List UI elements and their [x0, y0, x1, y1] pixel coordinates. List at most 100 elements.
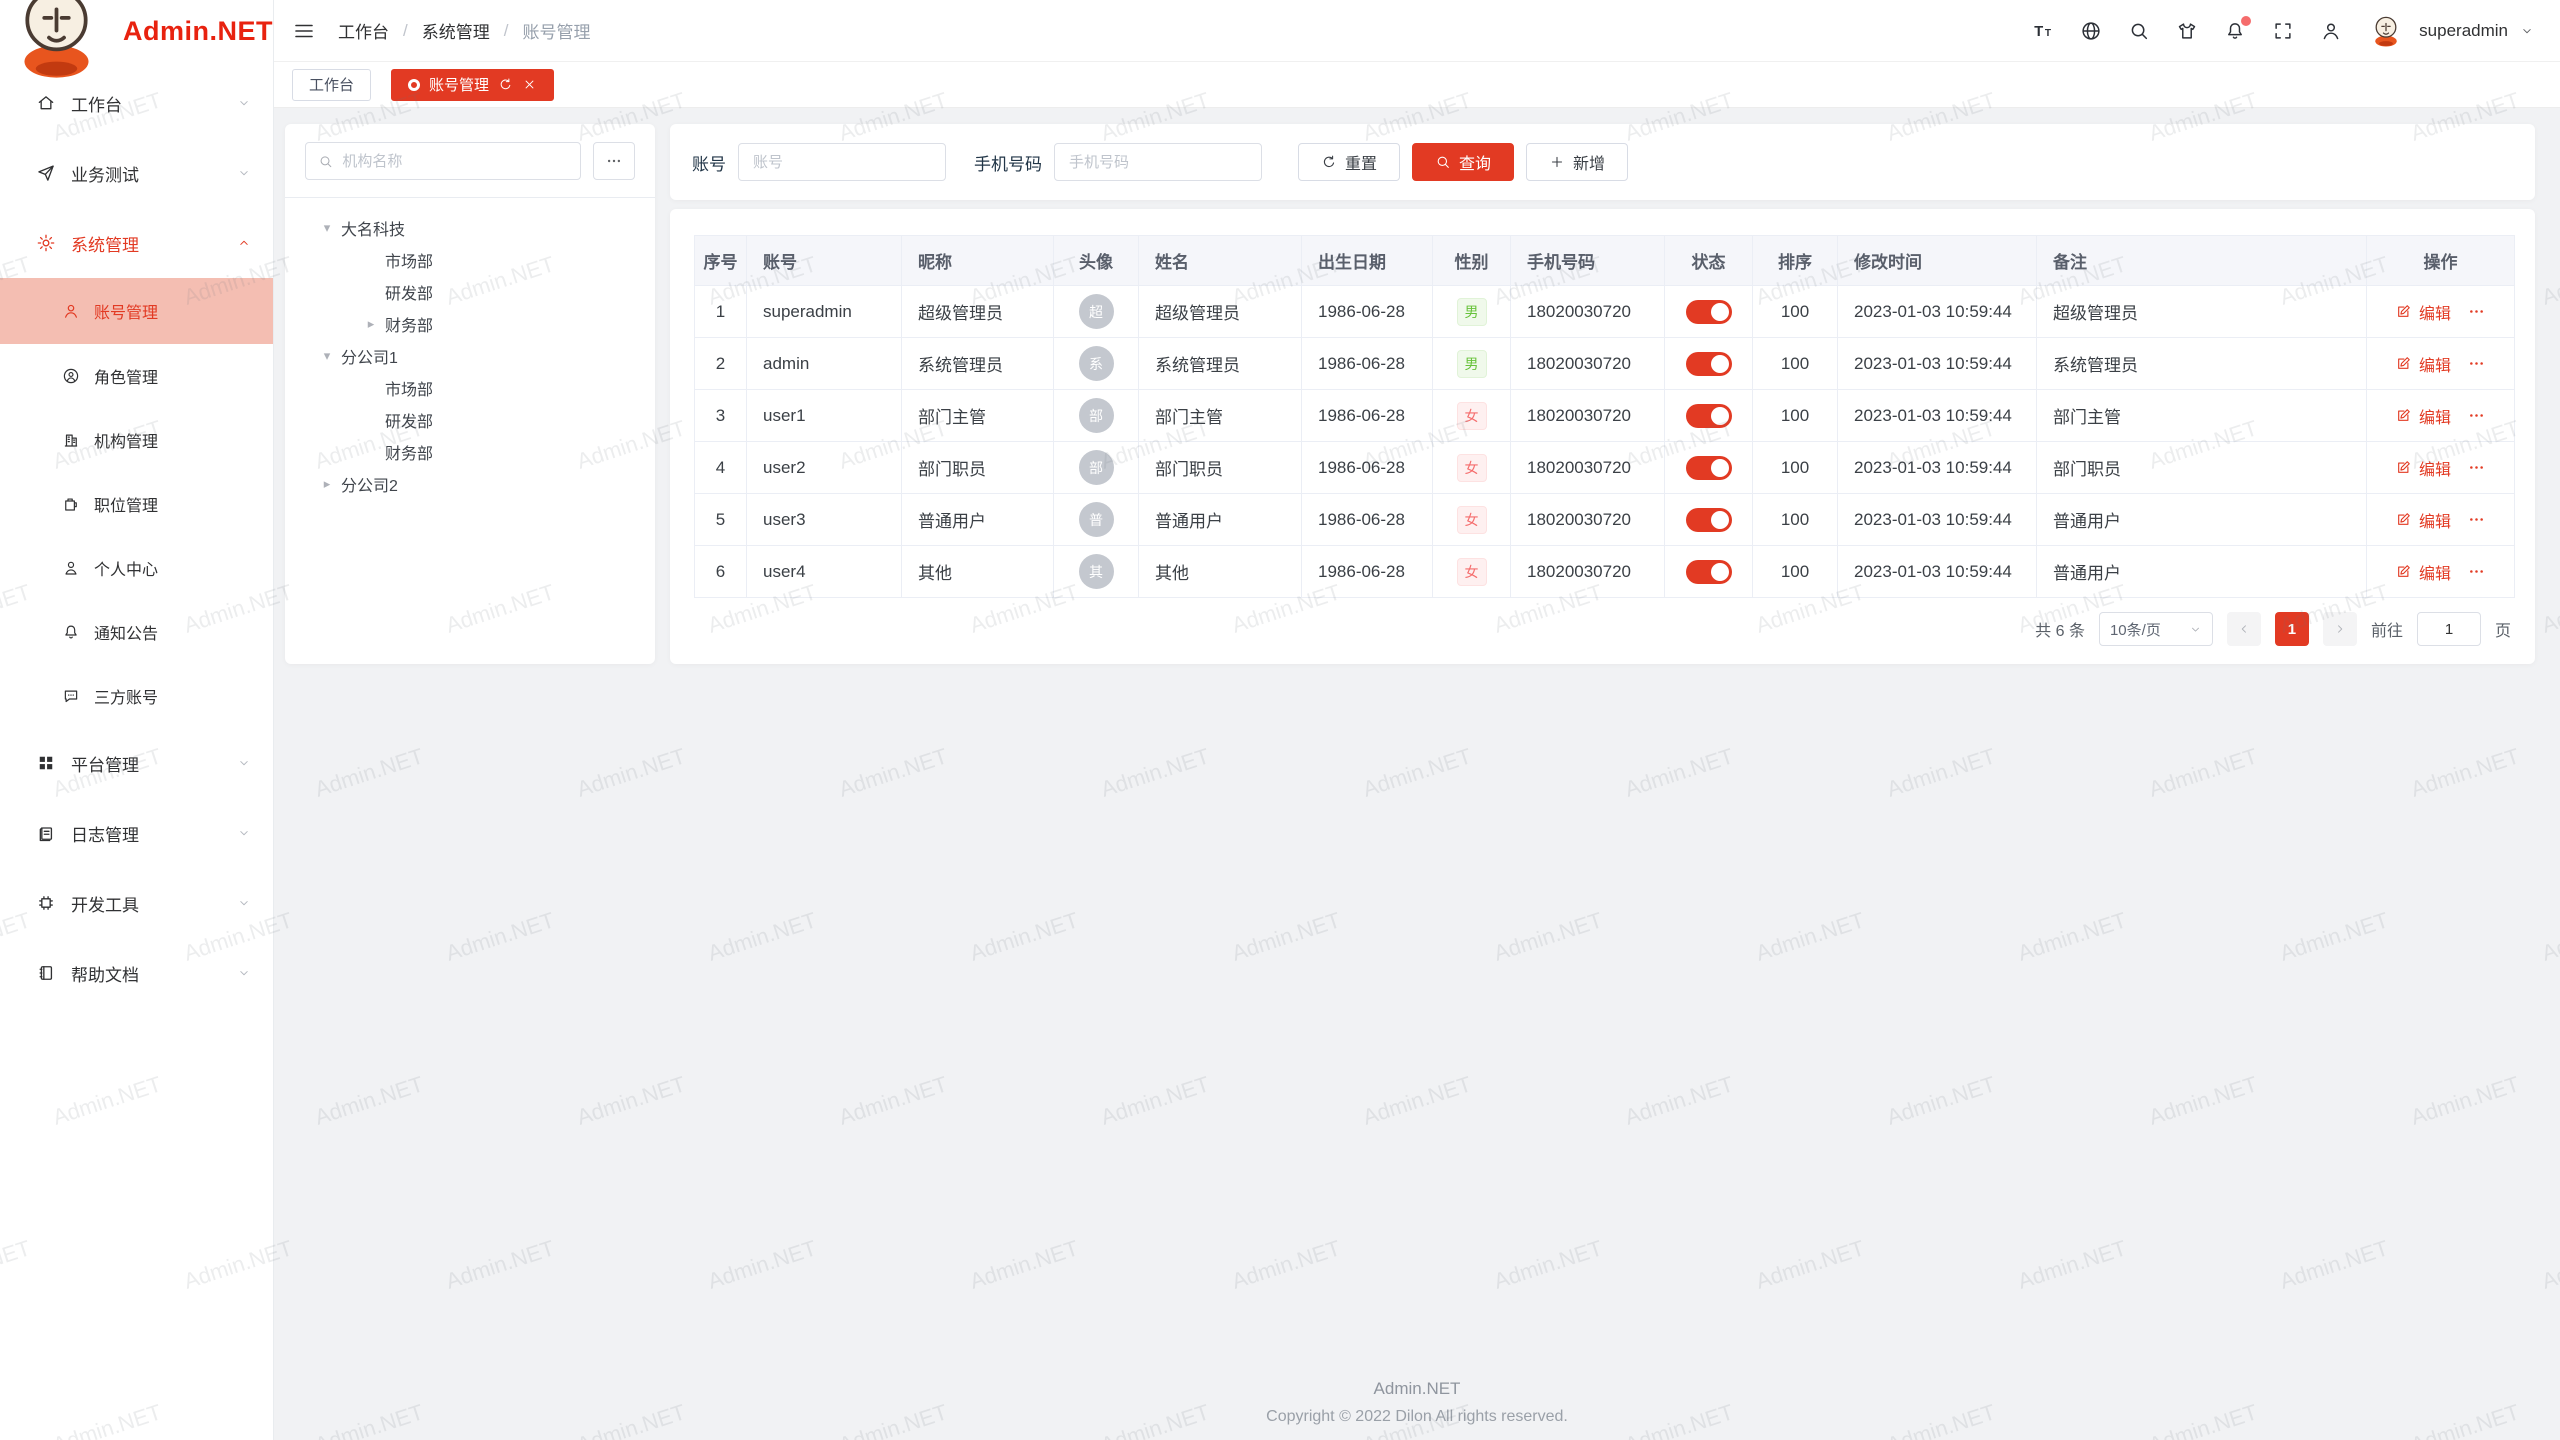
sidebar-item-5[interactable]: 开发工具	[0, 868, 273, 938]
table-row-2: 3 user1 部门主管 部 部门主管 1986-06-28 女 1802003…	[695, 390, 2515, 442]
edit-button[interactable]: 编辑	[2395, 300, 2451, 324]
column-header-11[interactable]: 备注	[2037, 236, 2367, 286]
sidebar-subitem-1[interactable]: 角色管理	[0, 344, 273, 408]
status-toggle[interactable]	[1686, 508, 1732, 532]
row-more-button[interactable]	[2467, 510, 2486, 529]
sidebar-item-4[interactable]: 日志管理	[0, 798, 273, 868]
tree-node-1[interactable]: 市场部	[305, 244, 635, 276]
profile-icon[interactable]	[2319, 19, 2343, 43]
org-search-box[interactable]	[305, 142, 581, 180]
goto-page-input[interactable]	[2417, 612, 2481, 646]
tab-refresh-icon[interactable]	[498, 77, 513, 92]
breadcrumb-item-2[interactable]: 账号管理	[522, 18, 590, 43]
pagination: 共 6 条 10条/页 1 前往 页	[694, 598, 2511, 660]
sidebar-subitem-5[interactable]: 通知公告	[0, 600, 273, 664]
column-header-5[interactable]: 出生日期	[1302, 236, 1433, 286]
sidebar-subitem-6[interactable]: 三方账号	[0, 664, 273, 728]
tree-expander-icon[interactable]: ▸	[313, 476, 341, 492]
column-header-12[interactable]: 操作	[2367, 236, 2515, 286]
row-more-button[interactable]	[2467, 562, 2486, 581]
logo[interactable]: Admin.NET	[0, 0, 273, 62]
notification-icon[interactable]	[2223, 19, 2247, 43]
column-header-2[interactable]: 昵称	[902, 236, 1054, 286]
breadcrumb-separator: /	[403, 21, 408, 41]
edit-button[interactable]: 编辑	[2395, 352, 2451, 376]
next-page-button[interactable]	[2323, 612, 2357, 646]
row-more-button[interactable]	[2467, 406, 2486, 425]
hamburger-menu-icon[interactable]	[292, 19, 316, 43]
edit-button[interactable]: 编辑	[2395, 560, 2451, 584]
page-size-select[interactable]: 10条/页	[2099, 612, 2213, 646]
column-header-9[interactable]: 排序	[1753, 236, 1838, 286]
tree-node-4[interactable]: ▾ 分公司1	[305, 340, 635, 372]
add-button[interactable]: 新增	[1526, 143, 1628, 181]
status-toggle[interactable]	[1686, 404, 1732, 428]
breadcrumb-item-1[interactable]: 系统管理	[422, 18, 490, 43]
chevron-down-icon[interactable]	[2520, 24, 2534, 38]
tree-node-8[interactable]: ▸ 分公司2	[305, 468, 635, 500]
column-header-8[interactable]: 状态	[1665, 236, 1753, 286]
breadcrumb-item-0[interactable]: 工作台	[338, 18, 389, 43]
phone-filter-input[interactable]	[1054, 143, 1262, 181]
tree-node-2[interactable]: 研发部	[305, 276, 635, 308]
tree-node-0[interactable]: ▾ 大名科技	[305, 212, 635, 244]
language-icon[interactable]	[2079, 19, 2103, 43]
theme-icon[interactable]	[2175, 19, 2199, 43]
sidebar-subitem-3[interactable]: 职位管理	[0, 472, 273, 536]
fullscreen-icon[interactable]	[2271, 19, 2295, 43]
tab-close-icon[interactable]	[522, 77, 537, 92]
sidebar-item-2[interactable]: 系统管理	[0, 208, 273, 278]
status-toggle[interactable]	[1686, 352, 1732, 376]
tree-node-3[interactable]: ▸ 财务部	[305, 308, 635, 340]
sidebar-subitem-0[interactable]: 账号管理	[0, 278, 273, 344]
font-size-icon[interactable]: TT	[2031, 19, 2055, 43]
column-header-1[interactable]: 账号	[747, 236, 902, 286]
user-avatar[interactable]	[2367, 12, 2405, 50]
search-button[interactable]: 查询	[1412, 143, 1514, 181]
org-search-input[interactable]	[342, 153, 568, 170]
tree-expander-icon[interactable]: ▸	[357, 316, 385, 332]
sidebar-subitem-2[interactable]: 机构管理	[0, 408, 273, 472]
search-icon[interactable]	[2127, 19, 2151, 43]
edit-button[interactable]: 编辑	[2395, 508, 2451, 532]
tree-more-button[interactable]	[593, 142, 635, 180]
column-header-4[interactable]: 姓名	[1139, 236, 1302, 286]
sidebar-item-6[interactable]: 帮助文档	[0, 938, 273, 1008]
phone-filter-label: 手机号码	[974, 150, 1042, 175]
column-header-3[interactable]: 头像	[1054, 236, 1139, 286]
edit-button[interactable]: 编辑	[2395, 456, 2451, 480]
tree-node-label: 分公司2	[341, 472, 398, 496]
chevron-down-icon	[237, 166, 251, 180]
gender-tag: 女	[1457, 402, 1487, 430]
sidebar-subitem-4[interactable]: 个人中心	[0, 536, 273, 600]
sidebar-item-1[interactable]: 业务测试	[0, 138, 273, 208]
tab-1[interactable]: 账号管理	[391, 69, 554, 101]
column-header-7[interactable]: 手机号码	[1511, 236, 1665, 286]
prev-page-button[interactable]	[2227, 612, 2261, 646]
row-more-button[interactable]	[2467, 302, 2486, 321]
current-page[interactable]: 1	[2275, 612, 2309, 646]
column-header-0[interactable]: 序号	[695, 236, 747, 286]
sidebar-item-3[interactable]: 平台管理	[0, 728, 273, 798]
row-more-button[interactable]	[2467, 354, 2486, 373]
tree-node-7[interactable]: 财务部	[305, 436, 635, 468]
column-header-6[interactable]: 性别	[1433, 236, 1511, 286]
tab-0[interactable]: 工作台	[292, 69, 371, 101]
tree-expander-icon[interactable]: ▾	[313, 348, 341, 364]
account-filter-input[interactable]	[738, 143, 946, 181]
row-more-button[interactable]	[2467, 458, 2486, 477]
tree-node-5[interactable]: 市场部	[305, 372, 635, 404]
reset-button[interactable]: 重置	[1298, 143, 1400, 181]
tree-node-6[interactable]: 研发部	[305, 404, 635, 436]
status-toggle[interactable]	[1686, 560, 1732, 584]
status-toggle[interactable]	[1686, 456, 1732, 480]
cell-birthdate: 1986-06-28	[1302, 442, 1433, 494]
edit-button[interactable]: 编辑	[2395, 404, 2451, 428]
status-toggle[interactable]	[1686, 300, 1732, 324]
plus-icon	[1549, 154, 1565, 170]
tree-expander-icon[interactable]: ▾	[313, 220, 341, 236]
column-header-10[interactable]: 修改时间	[1838, 236, 2037, 286]
search-glyph	[2128, 20, 2150, 42]
row-avatar: 部	[1079, 450, 1114, 485]
username[interactable]: superadmin	[2419, 21, 2508, 41]
